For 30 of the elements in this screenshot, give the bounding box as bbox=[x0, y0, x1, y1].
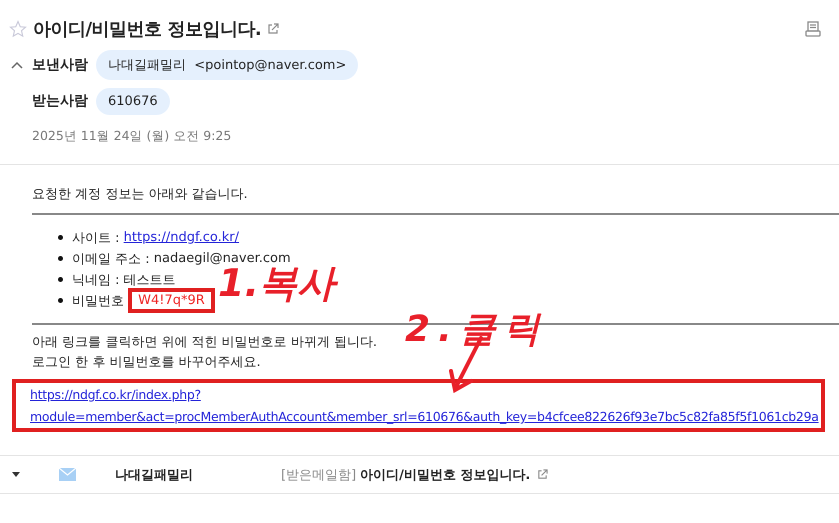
note-text: 아래 링크를 클릭하면 위에 적힌 비밀번호로 바뀌게 됩니다. bbox=[32, 334, 378, 352]
password-value: W4!7q*9R bbox=[130, 290, 213, 311]
dropdown-icon[interactable] bbox=[12, 472, 20, 477]
info-label: 이메일 주소 : bbox=[72, 250, 151, 268]
mail-date: 2025년 11월 24일 (월) 오전 9:25 bbox=[32, 128, 232, 145]
sender-label: 보낸사람 bbox=[32, 56, 89, 74]
recipient-chip[interactable]: 610676 bbox=[96, 88, 170, 114]
sender-chip[interactable]: 나대길패밀리 <pointop@naver.com> bbox=[96, 50, 358, 80]
recipient-label: 받는사람 bbox=[32, 92, 89, 110]
print-icon[interactable] bbox=[805, 21, 821, 37]
star-icon[interactable] bbox=[9, 20, 27, 38]
info-value: nadaegil@naver.com bbox=[154, 251, 291, 266]
reset-link[interactable]: module=member&act=procMemberAuthAccount&member_srl=610676&auth_key=b4cfcee822626f93e7bc5c82fa85f5f1061cb29a bbox=[30, 406, 819, 428]
intro-text: 요청한 계정 정보는 아래와 같습니다. bbox=[32, 186, 249, 204]
info-label: 닉네임 : bbox=[72, 272, 121, 288]
row-sender[interactable]: 나대길패밀리 bbox=[115, 466, 281, 484]
annotation-text: 2.클릭 bbox=[405, 308, 548, 352]
collapse-icon[interactable] bbox=[11, 61, 23, 69]
info-value: 테스트트 bbox=[124, 272, 176, 288]
site-link[interactable]: https://ndgf.co.kr/ bbox=[124, 230, 240, 245]
row-folder: [받은메일함] bbox=[281, 466, 356, 484]
reset-link[interactable]: https://ndgf.co.kr/index.php? bbox=[30, 384, 201, 406]
popout-icon[interactable] bbox=[267, 23, 280, 35]
mail-title: 아이디/비밀번호 정보입니다. bbox=[33, 18, 262, 41]
info-label: 사이트 : bbox=[72, 230, 121, 246]
info-label: 비밀번호 bbox=[72, 292, 125, 310]
note-text: 로그인 한 후 비밀번호를 바꾸어주세요. bbox=[32, 354, 262, 372]
popout-icon[interactable] bbox=[537, 469, 548, 480]
row-subject[interactable]: 아이디/비밀번호 정보입니다. bbox=[360, 466, 530, 484]
envelope-icon bbox=[59, 468, 76, 481]
